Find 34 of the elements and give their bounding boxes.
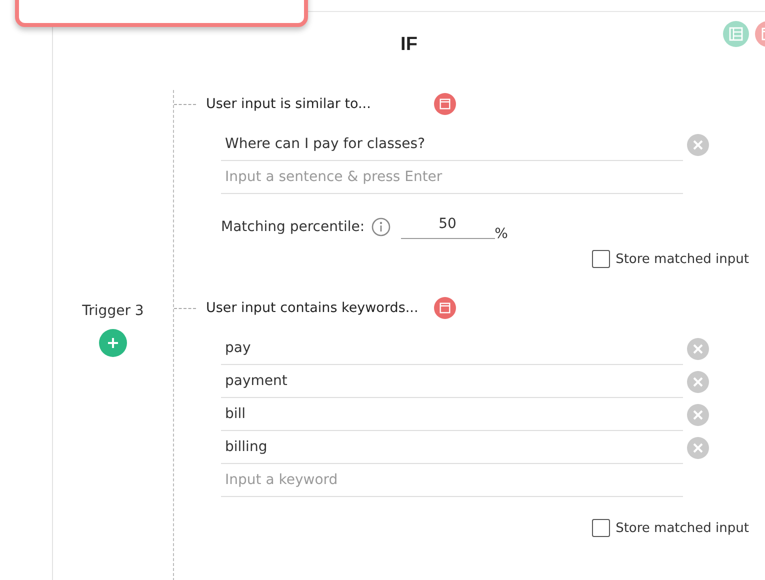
delete-icon[interactable] [434,93,456,115]
entry-field[interactable]: pay [221,332,683,365]
checkbox[interactable] [592,250,610,268]
close-icon [693,376,703,386]
checkbox-label: Store matched input [616,520,749,536]
checkbox-label: Store matched input [616,252,749,266]
entry-field[interactable]: bill [221,398,683,431]
condition-title: User input contains keywords... [206,300,420,316]
delete-icon[interactable] [434,297,456,319]
condition-title: User input is similar to... [206,96,372,112]
entry-field[interactable]: payment [221,365,683,398]
trigger-label: Trigger 3 [82,303,144,319]
checkbox[interactable] [592,519,610,537]
store-checkbox[interactable]: Store matched input [592,250,749,268]
info-icon[interactable] [370,217,391,237]
clear-button[interactable] [687,134,709,156]
store-checkbox[interactable]: Store matched input [592,519,749,537]
table-icon[interactable] [723,21,749,47]
clear-button[interactable] [687,404,709,426]
plus-icon [107,337,119,349]
clear-button[interactable] [687,370,709,392]
close-icon [693,410,703,420]
entry-field[interactable]: billing [221,431,683,464]
close-icon [693,442,703,452]
close-icon [693,140,703,150]
clear-button[interactable] [687,338,709,360]
clear-button[interactable] [687,436,709,458]
percentile-field[interactable]: 50 [400,216,495,238]
percent-unit: % [494,226,508,244]
close-icon [693,344,703,354]
entry-field[interactable]: Where can I pay for classes? [221,128,683,161]
section-title: IF [400,33,418,57]
percentile-label: Matching percentile: [221,219,365,235]
add-button[interactable] [99,329,127,357]
